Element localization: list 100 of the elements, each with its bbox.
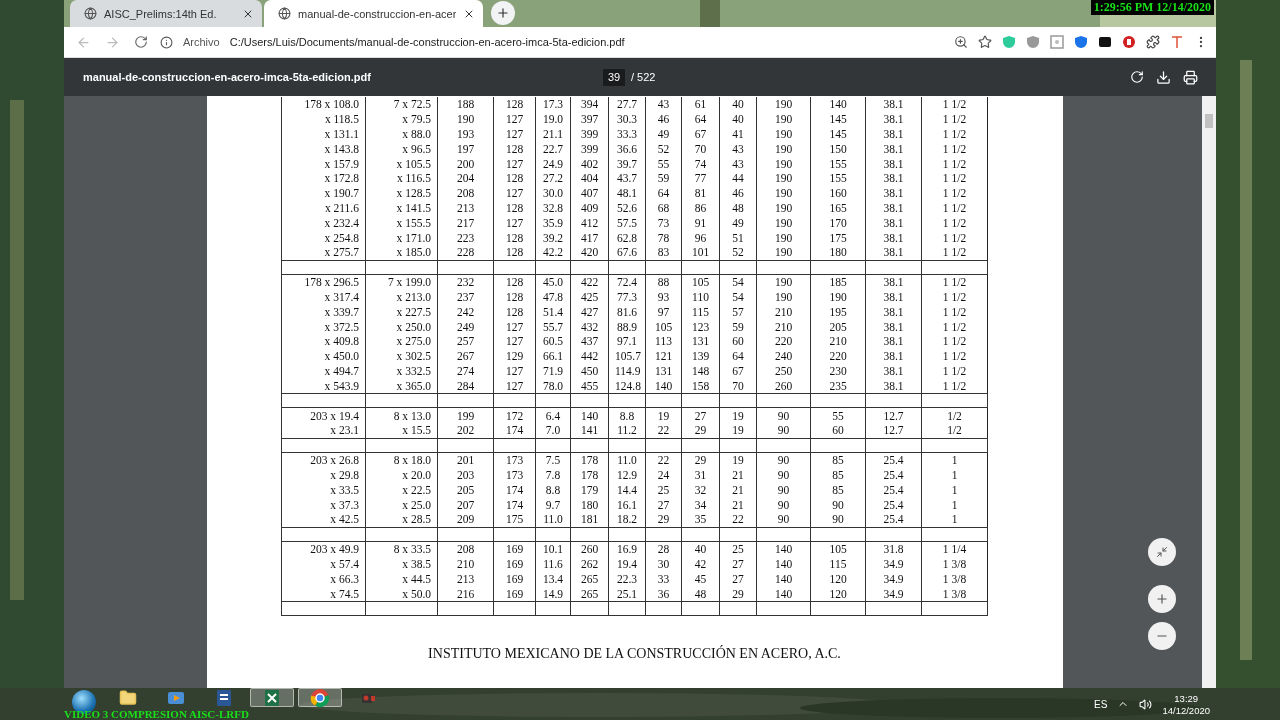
table-cell: 25 — [719, 541, 757, 557]
table-cell: 67 — [719, 363, 757, 379]
puzzle-icon[interactable] — [1146, 35, 1160, 49]
table-cell: 170 — [810, 215, 866, 231]
table-cell: 174 — [493, 422, 536, 439]
table-cell: 1 — [921, 482, 988, 498]
table-cell: 160 — [810, 185, 866, 201]
table-cell: 1 1/4 — [921, 541, 988, 557]
table-cell: 43.7 — [608, 171, 646, 186]
table-cell: 1 1/2 — [921, 111, 988, 127]
scheme-label: Archivo — [183, 36, 220, 48]
pin-extension-icon[interactable] — [1170, 35, 1184, 49]
table-cell: x 275.7 — [281, 244, 366, 261]
table-cell: 74 — [681, 156, 720, 171]
table-cell: 81 — [681, 185, 720, 201]
table-cell: 450 — [570, 363, 609, 379]
table-cell: 1 1/2 — [921, 363, 988, 379]
table-cell: 178 — [570, 452, 609, 468]
zoom-in-button[interactable] — [1148, 585, 1176, 613]
table-cell: 38.1 — [865, 333, 922, 349]
table-cell: 230 — [810, 363, 866, 379]
table-cell: 173 — [493, 452, 536, 468]
scrollbar[interactable] — [1202, 96, 1216, 688]
table-cell: 205 — [437, 482, 494, 498]
table-cell: 30 — [645, 556, 682, 572]
globe-icon — [278, 7, 291, 20]
table-cell: 77 — [681, 171, 720, 186]
table-cell: 204 — [437, 171, 494, 186]
table-cell: 1 1/2 — [921, 378, 988, 394]
table-cell: 25.4 — [865, 467, 922, 483]
table-cell: 43 — [645, 97, 682, 112]
square-extension-icon[interactable] — [1098, 35, 1112, 49]
table-cell: 197 — [437, 141, 494, 157]
table-cell: 11.0 — [608, 452, 646, 468]
language-indicator[interactable]: ES — [1094, 698, 1108, 710]
table-cell: 180 — [810, 244, 866, 261]
table-cell: 64 — [719, 348, 757, 364]
info-icon[interactable] — [160, 35, 173, 49]
zoom-icon[interactable] — [954, 35, 968, 49]
table-cell: 1 1/2 — [921, 200, 988, 216]
table-cell: 1 1/2 — [921, 304, 988, 320]
table-cell: 93 — [645, 289, 682, 305]
table-cell: 442 — [570, 348, 609, 364]
page-number-field[interactable]: 39 — [603, 68, 625, 86]
table-cell: 29 — [645, 511, 682, 528]
table-cell: x 302.5 — [365, 348, 438, 364]
browser-tab[interactable]: AISC_Prelims:14th Ed. — [70, 0, 262, 27]
table-cell: 140 — [645, 378, 682, 394]
table-cell: 190 — [756, 274, 811, 290]
reload-button[interactable] — [132, 33, 150, 51]
table-cell: 120 — [810, 586, 866, 602]
plus-icon — [1155, 592, 1169, 606]
shield-extension-icon[interactable] — [1074, 35, 1088, 49]
table-cell: 237 — [437, 289, 494, 305]
browser-tab[interactable]: manual-de-construccion-en-acer — [264, 0, 484, 27]
table-cell: 27 — [719, 556, 757, 572]
table-cell: x 317.4 — [281, 289, 366, 305]
table-cell: 19 — [645, 407, 682, 423]
table-cell: 14.9 — [535, 586, 571, 602]
table-cell: 17.3 — [535, 97, 571, 112]
table-cell: x 190.7 — [281, 185, 366, 201]
taskbar-app-button[interactable] — [250, 688, 294, 707]
table-cell: 30.0 — [535, 185, 571, 201]
zoom-out-button[interactable] — [1148, 622, 1176, 650]
table-cell: 90 — [756, 422, 811, 439]
table-cell: x 211.6 — [281, 200, 366, 216]
table-cell: 209 — [437, 511, 494, 528]
table-cell: 77.3 — [608, 289, 646, 305]
table-cell: 36 — [645, 586, 682, 602]
star-icon[interactable] — [978, 35, 992, 49]
clock-date: 14/12/2020 — [1162, 704, 1210, 716]
table-cell: 38.1 — [865, 185, 922, 201]
fit-page-button[interactable] — [1148, 538, 1176, 566]
table-cell: 46 — [719, 185, 757, 201]
table-cell: 42.2 — [535, 244, 571, 261]
table-cell: 432 — [570, 319, 609, 334]
table-cell: 242 — [437, 304, 494, 320]
table-cell: 60.5 — [535, 333, 571, 349]
shield-extension-icon[interactable] — [1026, 35, 1040, 49]
table-cell: 22.7 — [535, 141, 571, 157]
table-cell: 52 — [645, 141, 682, 157]
table-cell: 91 — [681, 215, 720, 231]
table-cell: 14.4 — [608, 482, 646, 498]
table-cell: 19.0 — [535, 111, 571, 127]
url-field[interactable]: C:/Users/Luis/Documents/manual-de-construccion-en-acero-imca-5ta-edicion.pdf — [229, 36, 944, 48]
table-cell: 1 1/2 — [921, 333, 988, 349]
table-cell: 455 — [570, 378, 609, 394]
table-cell: 97 — [645, 304, 682, 320]
table-cell: 12.9 — [608, 467, 646, 483]
table-cell: 169 — [493, 571, 536, 587]
plus-icon — [496, 6, 511, 20]
table-cell: 284 — [437, 378, 494, 394]
table-cell: 127 — [493, 156, 536, 171]
table-cell: 43 — [719, 141, 757, 157]
table-cell: 55 — [810, 407, 866, 423]
table-cell: 73 — [645, 215, 682, 231]
stop-extension-icon[interactable] — [1122, 35, 1136, 49]
table-cell: 203 x 26.8 — [281, 452, 366, 468]
speaker-icon[interactable] — [1139, 697, 1153, 711]
table-cell: 174 — [493, 497, 536, 512]
